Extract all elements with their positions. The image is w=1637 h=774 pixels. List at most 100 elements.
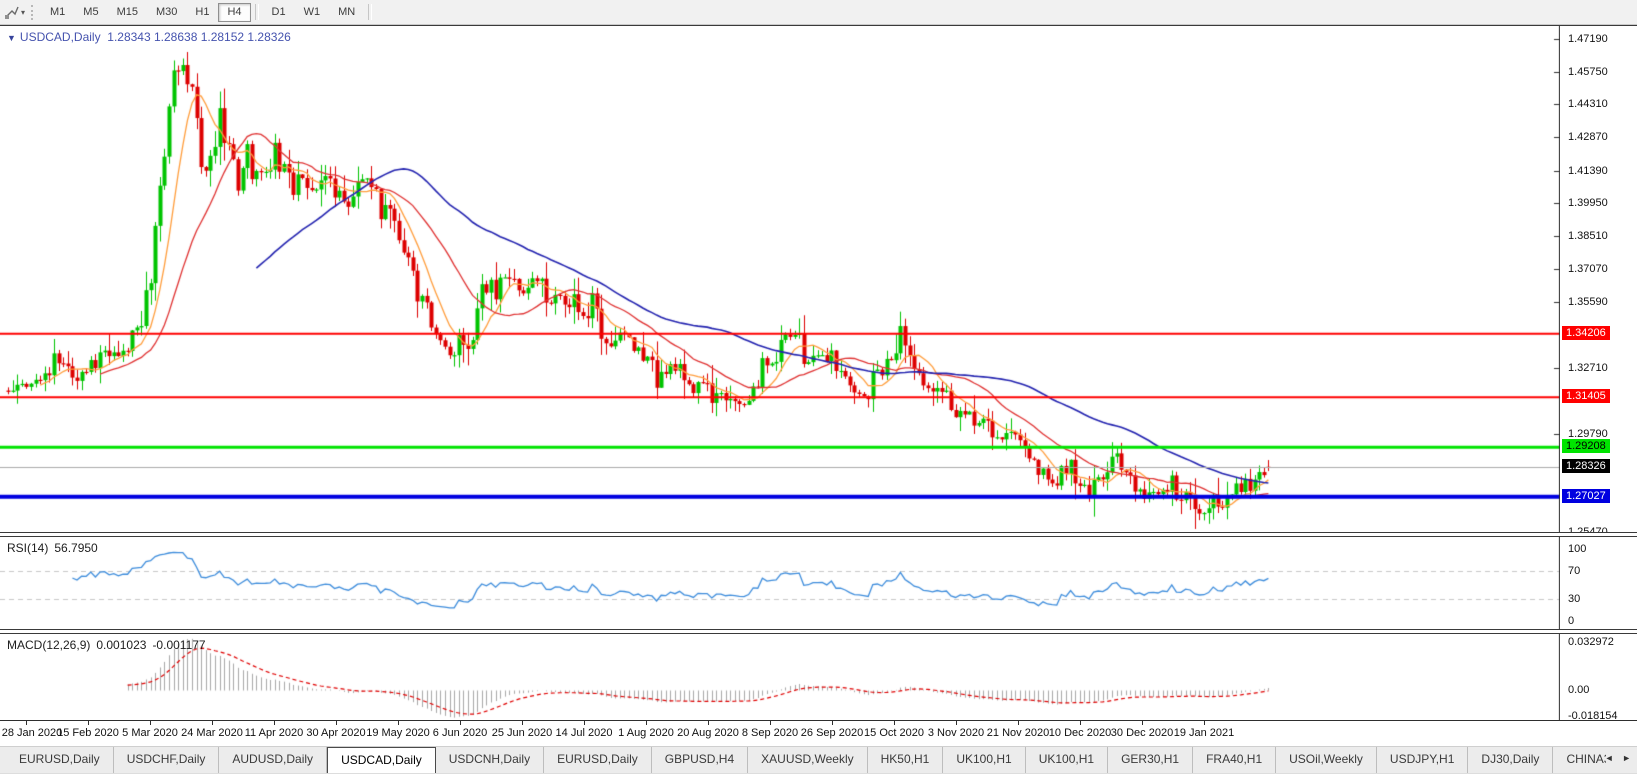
tabs-scroll-right-button[interactable]: ►	[1619, 751, 1634, 765]
chart-tab-gbpusd-h4[interactable]: GBPUSD,H4	[652, 747, 749, 773]
date-tick	[336, 721, 337, 725]
macd-main-value: 0.001023	[96, 638, 147, 652]
date-label: 19 May 2020	[366, 727, 430, 739]
date-tick	[26, 721, 27, 725]
date-label: 30 Apr 2020	[306, 727, 366, 739]
hline-price-tag[interactable]: 1.34206	[1562, 325, 1610, 340]
chart-tab-china300-h1[interactable]: CHINA300,H1	[1553, 747, 1606, 773]
chart-tab-bar: EURUSD,Daily USDCHF,Daily AUDUSD,Daily USDC…	[0, 746, 1637, 774]
date-label: 15 Oct 2020	[864, 727, 924, 739]
macd-axis-label: -0.018154	[1568, 710, 1618, 720]
date-tick	[212, 721, 213, 725]
date-label: 8 Sep 2020	[741, 727, 799, 739]
chart-ohlc-values: 1.28343 1.28638 1.28152 1.28326	[107, 30, 291, 44]
date-label: 3 Nov 2020	[927, 727, 985, 739]
date-tick	[770, 721, 771, 725]
timeframe-button-m1[interactable]: M1	[41, 3, 74, 22]
chart-tab-usdchf-daily[interactable]: USDCHF,Daily	[114, 747, 220, 773]
date-axis[interactable]: 28 Jan 2020 15 Feb 2020 5 Mar 2020 24 Mar 2…	[0, 720, 1637, 746]
chart-tab-usdcad-daily[interactable]: USDCAD,Daily	[327, 747, 436, 773]
date-label: 25 Jun 2020	[491, 727, 553, 739]
rsi-label: RSI(14) 56.7950	[7, 541, 104, 555]
chart-tab-dj30-daily[interactable]: DJ30,Daily	[1468, 747, 1554, 773]
timeframe-button-h4[interactable]: H4	[218, 2, 251, 22]
date-tick	[1018, 721, 1019, 725]
date-tick	[832, 721, 833, 725]
hline-price-tag[interactable]: 1.27027	[1562, 488, 1610, 503]
date-tick	[646, 721, 647, 725]
tabs-scroll-left-button[interactable]: ◄	[1602, 751, 1617, 765]
date-label: 10 Dec 2020	[1048, 727, 1112, 739]
timeframe-button-m15[interactable]: M15	[108, 3, 147, 22]
price-tick-label: 1.39950	[1568, 197, 1608, 210]
timeframe-button-d1[interactable]: D1	[263, 3, 295, 22]
price-tick-label: 1.25470	[1568, 525, 1608, 532]
chart-tab-eurusd-daily[interactable]: EURUSD,Daily	[6, 747, 114, 773]
chart-tab-xauusd-weekly[interactable]: XAUUSD,Weekly	[748, 747, 868, 773]
timeframe-button-m5[interactable]: M5	[74, 3, 107, 22]
date-tick	[274, 721, 275, 725]
chart-tab-usdjpy-h1[interactable]: USDJPY,H1	[1377, 747, 1469, 773]
date-label: 21 Nov 2020	[986, 727, 1050, 739]
date-label: 26 Sep 2020	[800, 727, 864, 739]
timeframe-button-m30[interactable]: M30	[147, 3, 186, 22]
chart-symbol-label: USDCAD,Daily	[19, 30, 101, 44]
collapse-triangle-icon[interactable]: ▼	[7, 33, 16, 43]
macd-axis-label: 0.032972	[1568, 636, 1614, 648]
date-tick	[522, 721, 523, 725]
macd-name: MACD(12,26,9)	[7, 638, 91, 652]
hline-price-tag[interactable]: 1.29208	[1562, 439, 1610, 454]
rsi-name: RSI(14)	[7, 541, 49, 555]
date-tick	[1204, 721, 1205, 725]
price-axis[interactable]: 1.47190 1.45750 1.44310 1.42870 1.41390 1.399…	[1562, 26, 1637, 532]
date-tick	[1080, 721, 1081, 725]
chart-tab-usdcnh-daily[interactable]: USDCNH,Daily	[436, 747, 545, 773]
rsi-level-label: 100	[1568, 543, 1587, 555]
hline-price-tag[interactable]: 1.31405	[1562, 389, 1610, 404]
price-tick-label: 1.44310	[1568, 98, 1608, 111]
chevron-down-icon[interactable]: ▾	[21, 8, 25, 17]
rsi-axis[interactable]: 100 70 30 0	[1562, 537, 1637, 629]
price-tick-label: 1.42870	[1568, 131, 1608, 144]
chart-tab-hk50-h1[interactable]: HK50,H1	[868, 747, 944, 773]
chart-tab-uk100-h1[interactable]: UK100,H1	[943, 747, 1026, 773]
current-price-tag: 1.28326	[1562, 459, 1610, 474]
macd-signal-value: -0.001177	[152, 638, 206, 652]
price-tick-label: 1.29790	[1568, 427, 1608, 440]
rsi-level-label: 0	[1568, 615, 1575, 627]
date-label: 15 Feb 2020	[57, 727, 119, 739]
date-tick	[150, 721, 151, 725]
chart-tab-usoil-weekly[interactable]: USOil,Weekly	[1276, 747, 1377, 773]
date-tick	[460, 721, 461, 725]
rsi-panel: RSI(14) 56.7950 100 70 30 0	[0, 537, 1637, 629]
price-tick-label: 1.32710	[1568, 361, 1608, 374]
chart-tab-audusd-daily[interactable]: AUDUSD,Daily	[219, 747, 328, 773]
price-tick-label: 1.38510	[1568, 230, 1608, 242]
timeframe-button-w1[interactable]: W1	[295, 3, 330, 22]
macd-axis[interactable]: 0.032972 0.00 -0.018154	[1562, 634, 1637, 720]
toolbar-grip-handle[interactable]	[31, 4, 36, 20]
macd-label: MACD(12,26,9) 0.001023 -0.001177	[7, 638, 212, 652]
date-label: 5 Mar 2020	[122, 727, 178, 739]
date-label: 1 Aug 2020	[618, 727, 674, 739]
date-tick	[708, 721, 709, 725]
price-tick-label: 1.35590	[1568, 296, 1608, 309]
chart-cursor-icon[interactable]	[4, 5, 19, 20]
timeframe-button-h1[interactable]: H1	[186, 3, 218, 22]
macd-canvas[interactable]	[0, 634, 1560, 720]
date-tick	[88, 721, 89, 725]
rsi-level-label: 70	[1568, 564, 1581, 577]
chart-tab-uk100-h1[interactable]: UK100,H1	[1026, 747, 1109, 773]
rsi-level-label: 30	[1568, 593, 1581, 606]
mt4-window: ▾ M1 M5 M15 M30 H1 H4 D1 W1 MN ▼ USDCAD,Daily 1.2…	[0, 0, 1637, 774]
timeframe-button-mn[interactable]: MN	[329, 3, 364, 22]
main-chart-canvas[interactable]	[0, 26, 1560, 532]
toolbar-separator	[368, 4, 373, 20]
rsi-canvas[interactable]	[0, 537, 1560, 629]
price-tick-label: 1.37070	[1568, 262, 1608, 275]
chart-tab-ger30-h1[interactable]: GER30,H1	[1108, 747, 1194, 773]
chart-tab-eurusd-daily[interactable]: EURUSD,Daily	[544, 747, 652, 773]
toolbar-separator	[254, 4, 259, 20]
chart-tab-fra40-h1[interactable]: FRA40,H1	[1193, 747, 1277, 773]
date-tick	[894, 721, 895, 725]
